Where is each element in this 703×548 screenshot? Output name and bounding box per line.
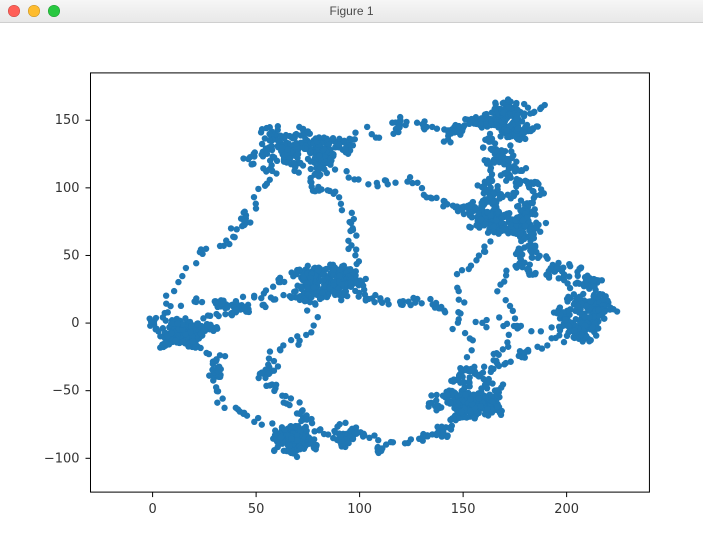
- y-axis-ticks: −100 −50 0 50 100 150: [44, 113, 91, 466]
- zoom-icon[interactable]: [48, 5, 60, 17]
- minimize-icon[interactable]: [28, 5, 40, 17]
- svg-text:50: 50: [248, 502, 265, 517]
- svg-text:−100: −100: [44, 451, 80, 466]
- x-axis-ticks: 0 50 100 150 200: [148, 492, 579, 517]
- svg-text:100: 100: [347, 502, 372, 517]
- window-title: Figure 1: [0, 4, 703, 18]
- svg-text:50: 50: [63, 248, 80, 263]
- svg-text:150: 150: [451, 502, 476, 517]
- figure-window: Figure 1 0 50 100 150 200 −100 −50 0 50 100 150: [0, 0, 703, 548]
- scatter-plot: 0 50 100 150 200 −100 −50 0 50 100 150: [0, 23, 703, 548]
- svg-text:0: 0: [71, 316, 79, 331]
- svg-text:0: 0: [148, 502, 156, 517]
- scatter-points: [146, 96, 620, 460]
- svg-text:100: 100: [55, 181, 80, 196]
- svg-text:200: 200: [554, 502, 579, 517]
- figure-area: 0 50 100 150 200 −100 −50 0 50 100 150: [0, 23, 703, 548]
- close-icon[interactable]: [8, 5, 20, 17]
- svg-text:150: 150: [55, 113, 80, 128]
- window-controls: [0, 0, 60, 22]
- svg-text:−50: −50: [52, 384, 79, 399]
- titlebar[interactable]: Figure 1: [0, 0, 703, 23]
